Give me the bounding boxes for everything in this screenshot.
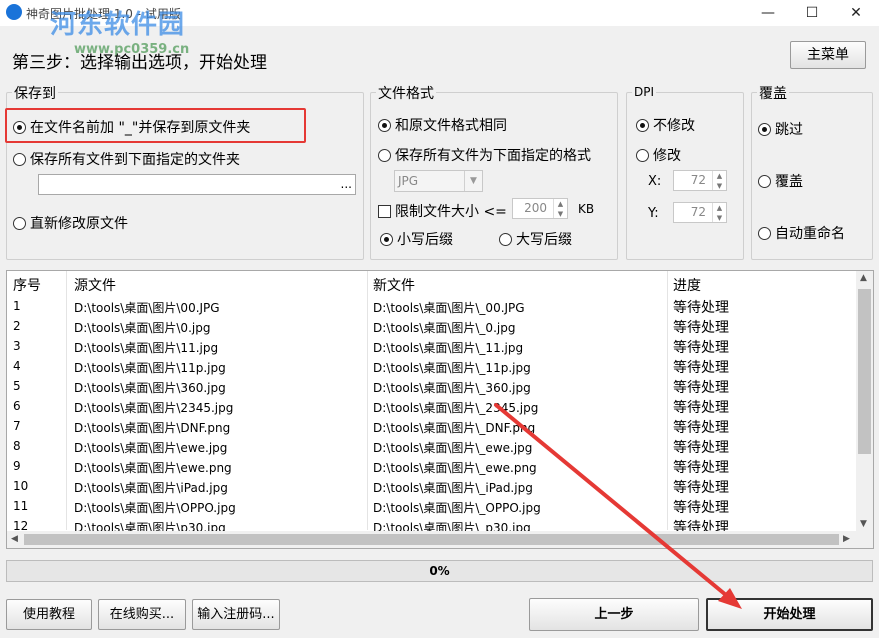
- annotation-arrow-icon: [494, 403, 742, 609]
